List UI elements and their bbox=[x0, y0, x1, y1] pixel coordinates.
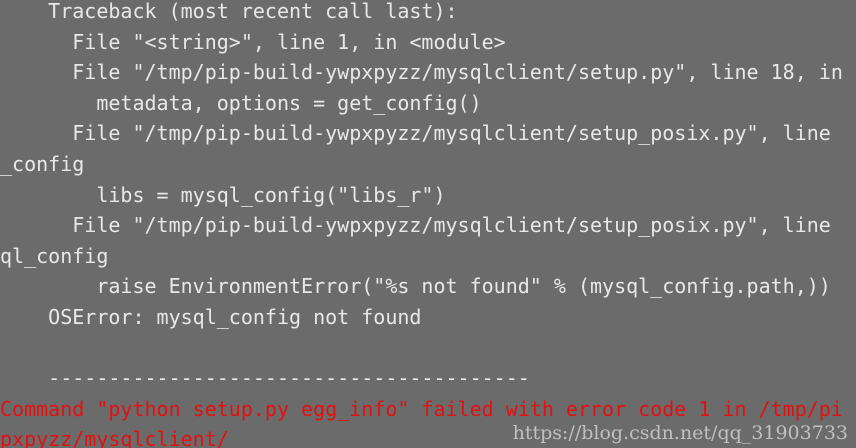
traceback-code-line: raise EnvironmentError("%s not found" % … bbox=[0, 274, 831, 298]
os-error-line: OSError: mysql_config not found bbox=[0, 305, 422, 329]
traceback-wrap-line: _config bbox=[0, 152, 85, 176]
traceback-line: File "/tmp/pip-build-ywpxpyzz/mysqlclien… bbox=[0, 121, 831, 145]
terminal-output[interactable]: Traceback (most recent call last): File … bbox=[0, 0, 856, 448]
traceback-header-line: Traceback (most recent call last): bbox=[0, 0, 458, 23]
separator-line: ---------------------------------------- bbox=[0, 366, 530, 390]
traceback-line: File "/tmp/pip-build-ywpxpyzz/mysqlclien… bbox=[0, 213, 831, 237]
traceback-code-line: metadata, options = get_config() bbox=[0, 91, 482, 115]
traceback-line: File "<string>", line 1, in <module> bbox=[0, 30, 506, 54]
traceback-line: File "/tmp/pip-build-ywpxpyzz/mysqlclien… bbox=[0, 60, 843, 84]
traceback-code-line: libs = mysql_config("libs_r") bbox=[0, 183, 446, 207]
watermark: https://blog.csdn.net/qq_31903733 bbox=[512, 422, 848, 444]
traceback-wrap-line: ql_config bbox=[0, 244, 109, 268]
